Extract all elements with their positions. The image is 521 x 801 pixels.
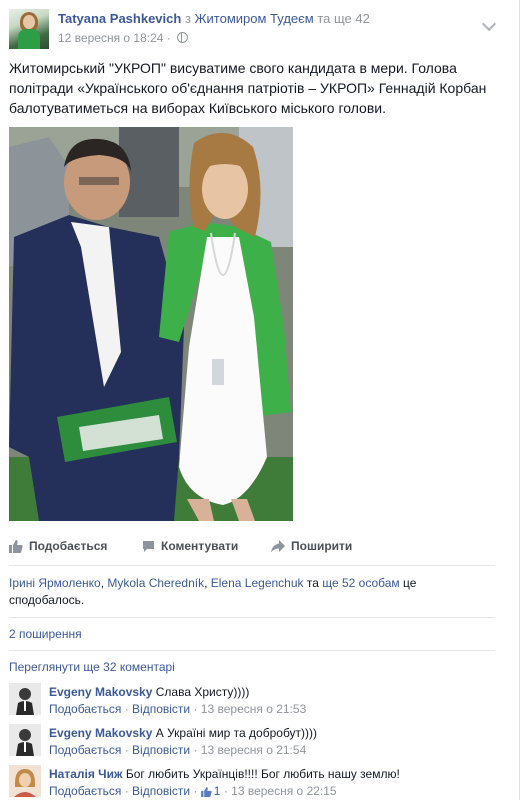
comment-reply-link[interactable]: Відповісти <box>132 784 190 798</box>
share-label: Поширити <box>291 539 353 553</box>
with-word: з <box>184 11 191 26</box>
post-meta: 12 вересня о 18:24 · <box>58 31 189 45</box>
comment-reply-link[interactable]: Відповісти <box>132 743 190 757</box>
post-actions: Подобається Коментувати Поширити <box>9 533 495 566</box>
comment-label: Коментувати <box>161 539 239 553</box>
comment-item: Evgeny Makovsky А Україні мир та добробу… <box>9 724 509 760</box>
comment-text: А Україні мир та добробут)))) <box>155 726 318 740</box>
liker-1[interactable]: Ірині Ярмоленко <box>9 576 101 590</box>
comment-like-link[interactable]: Подобається <box>49 702 121 716</box>
comment-text: Бог любить Українців!!!! Бог любить нашу… <box>125 767 400 781</box>
comment-like-count[interactable]: 1 <box>214 784 221 798</box>
comment-like-link[interactable]: Подобається <box>49 784 121 798</box>
tagged-others[interactable]: та ще 42 <box>317 11 370 26</box>
commenter-avatar[interactable] <box>9 765 41 797</box>
divider <box>9 617 495 618</box>
liker-2[interactable]: Mykola Cheredník <box>107 576 204 590</box>
likes-others[interactable]: ще 52 особам <box>322 576 399 590</box>
comment-item: Наталія Чиж Бог любить Українців!!!! Бог… <box>9 765 509 801</box>
shares-link[interactable]: 2 поширення <box>9 627 82 641</box>
comment-time[interactable]: 13 вересня о 22:15 <box>231 784 336 798</box>
divider <box>9 650 495 651</box>
share-button[interactable]: Поширити <box>271 539 352 553</box>
comment-item: Evgeny Makovsky Слава Христу)))) Подобає… <box>9 683 509 719</box>
comment-like-link[interactable]: Подобається <box>49 743 121 757</box>
comment-author[interactable]: Evgeny Makovsky <box>49 685 152 699</box>
globe-icon[interactable] <box>177 32 189 43</box>
thumbs-up-icon <box>9 540 23 553</box>
comment-text: Слава Христу)))) <box>155 685 250 699</box>
meta-separator: · <box>166 31 171 45</box>
author-name[interactable]: Tatyana Pashkevich <box>58 11 181 26</box>
share-arrow-icon <box>271 540 285 553</box>
author-avatar[interactable] <box>9 9 49 49</box>
post-card: Tatyana Pashkevich з Житомиром Тудеєм та… <box>0 0 520 800</box>
post-timestamp[interactable]: 12 вересня о 18:24 <box>58 31 163 45</box>
liker-3[interactable]: Elena Legenchuk <box>211 576 304 590</box>
comment-reply-link[interactable]: Відповісти <box>132 702 190 716</box>
comment-author[interactable]: Evgeny Makovsky <box>49 726 152 740</box>
commenter-avatar[interactable] <box>9 724 41 756</box>
commenter-avatar[interactable] <box>9 683 41 715</box>
likes-summary: Ірині Ярмоленко, Mykola Cheredník, Elena… <box>9 576 417 607</box>
comment-time[interactable]: 13 вересня о 21:54 <box>201 743 306 757</box>
comment-author[interactable]: Наталія Чиж <box>49 767 123 781</box>
like-label: Подобається <box>29 539 108 553</box>
comment-time[interactable]: 13 вересня о 21:53 <box>201 702 306 716</box>
tagged-person[interactable]: Житомиром Тудеєм <box>195 11 314 26</box>
likes-and: та <box>306 576 319 590</box>
chevron-down-icon[interactable] <box>481 16 497 32</box>
post-photo[interactable] <box>9 127 293 521</box>
speech-bubble-icon <box>143 541 154 552</box>
thumbs-up-icon <box>200 787 212 797</box>
view-more-comments[interactable]: Переглянути ще 32 коментарі <box>9 660 175 674</box>
post-header: Tatyana Pashkevich з Житомиром Тудеєм та… <box>9 9 509 49</box>
like-button[interactable]: Подобається <box>9 539 107 553</box>
author-line: Tatyana Pashkevich з Житомиром Тудеєм та… <box>58 11 370 26</box>
comment-button[interactable]: Коментувати <box>142 539 238 553</box>
post-text: Житомирський "УКРОП" висуватиме свого ка… <box>9 60 487 116</box>
